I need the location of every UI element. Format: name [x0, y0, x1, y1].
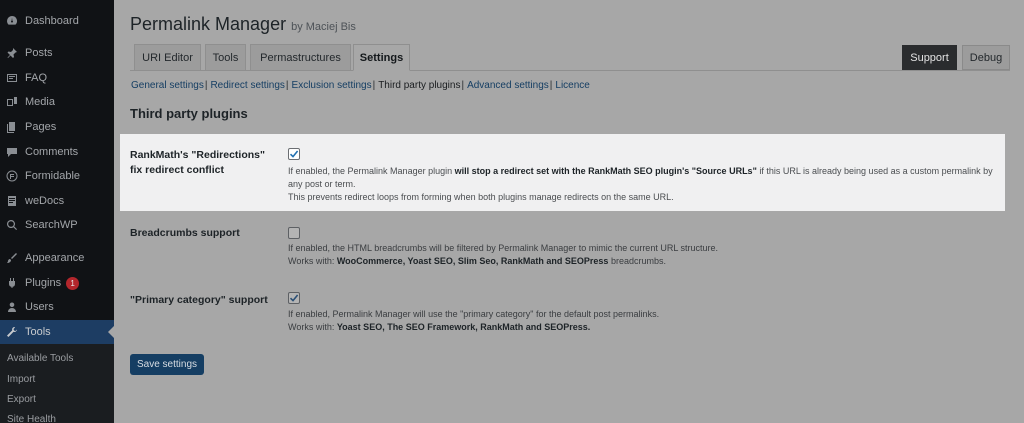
desc-text: If enabled, the Permalink Manager plugin: [288, 166, 455, 176]
menu-posts[interactable]: Posts: [0, 41, 114, 65]
menu-appearance[interactable]: Appearance: [0, 246, 114, 270]
primary-category-checkbox[interactable]: [288, 292, 300, 304]
media-icon: [6, 96, 18, 108]
active-arrow: [108, 326, 114, 338]
menu-wedocs[interactable]: weDocs: [0, 189, 114, 213]
menu-label: Formidable: [25, 170, 81, 182]
label-line: fix redirect conflict: [130, 164, 224, 176]
update-count-badge: 1: [66, 276, 80, 290]
menu-label: Media: [25, 96, 55, 108]
desc-text: breadcrumbs.: [608, 256, 666, 266]
desc-emphasis: Yoast SEO, The SEO Framework, RankMath a…: [336, 322, 591, 332]
menu-tools[interactable]: Tools: [0, 320, 114, 344]
subnav-separator: |: [549, 80, 553, 91]
subnav-redirect-settings[interactable]: Redirect settings: [210, 80, 284, 91]
admin-sidebar: Dashboard Posts FAQ Media Pages Comments…: [0, 0, 114, 423]
subnav-licence[interactable]: Licence: [555, 80, 589, 91]
tab-divider: [130, 70, 1010, 71]
menu-label: Dashboard: [25, 15, 79, 27]
primary-category-setting-label: "Primary category" support: [130, 294, 268, 306]
dashboard-icon: [6, 15, 18, 27]
rankmath-redirect-checkbox[interactable]: [288, 148, 300, 160]
docs-icon: [6, 195, 18, 207]
submenu-import[interactable]: Import: [7, 374, 35, 385]
menu-label: Posts: [25, 47, 53, 59]
menu-users[interactable]: Users: [0, 295, 114, 319]
rankmath-setting-label: RankMath's "Redirections" fix redirect c…: [130, 148, 265, 178]
desc-line: If enabled, the HTML breadcrumbs will be…: [288, 243, 719, 253]
formidable-icon: [6, 170, 18, 182]
search-icon: [6, 219, 18, 231]
desc-line: any post or term.: [288, 179, 356, 189]
menu-label: Plugins: [25, 277, 62, 289]
desc-emphasis: WooCommerce, Yoast SEO, Slim Seo, RankMa…: [336, 256, 609, 266]
pin-icon: [6, 47, 18, 59]
debug-button[interactable]: Debug: [962, 45, 1010, 70]
tab-tools[interactable]: Tools: [205, 44, 246, 71]
subnav-separator: |: [285, 80, 289, 91]
menu-label: FAQ: [25, 72, 48, 84]
subnav-third-party-plugins[interactable]: Third party plugins: [378, 80, 460, 91]
subnav-advanced-settings[interactable]: Advanced settings: [467, 80, 549, 91]
plugin-byline: by Maciej Bis: [291, 21, 356, 33]
users-icon: [6, 301, 18, 313]
menu-label: SearchWP: [25, 219, 78, 231]
submenu-site-health[interactable]: Site Health: [7, 414, 56, 423]
breadcrumbs-checkbox[interactable]: [288, 227, 300, 239]
menu-pages[interactable]: Pages: [0, 115, 114, 139]
menu-formidable[interactable]: Formidable: [0, 164, 114, 188]
tab-permastructures[interactable]: Permastructures: [250, 44, 351, 71]
page-title: Permalink Manager by Maciej Bis: [130, 14, 356, 35]
wrench-icon: [6, 326, 18, 338]
submenu-available-tools[interactable]: Available Tools: [7, 353, 73, 364]
submenu-export[interactable]: Export: [7, 394, 36, 405]
menu-label: Appearance: [25, 252, 85, 264]
desc-emphasis: will stop a redirect set with the RankMa…: [454, 166, 757, 176]
tools-submenu: Available Tools Import Export Site Healt…: [0, 344, 114, 423]
menu-comments[interactable]: Comments: [0, 140, 114, 164]
menu-label: Tools: [25, 326, 51, 338]
menu-label: Pages: [25, 121, 57, 133]
menu-label: Users: [25, 301, 54, 313]
section-title: Third party plugins: [130, 106, 248, 121]
breadcrumbs-setting-label: Breadcrumbs support: [130, 227, 240, 239]
subnav-separator: |: [204, 80, 208, 91]
menu-label: weDocs: [25, 195, 65, 207]
desc-text: Works with:: [288, 256, 337, 266]
support-button[interactable]: Support: [902, 45, 957, 70]
breadcrumbs-description: If enabled, the HTML breadcrumbs will be…: [288, 242, 1003, 268]
menu-plugins[interactable]: Plugins 1: [0, 271, 114, 295]
menu-faq[interactable]: FAQ: [0, 66, 114, 90]
subnav-general-settings[interactable]: General settings: [131, 80, 204, 91]
checkmark-icon: [289, 294, 299, 302]
menu-dashboard[interactable]: Dashboard: [0, 9, 114, 33]
comment-icon: [6, 146, 18, 158]
menu-media[interactable]: Media: [0, 90, 114, 114]
tab-settings[interactable]: Settings: [353, 44, 410, 71]
desc-text: Works with:: [288, 322, 337, 332]
pages-icon: [6, 121, 18, 133]
settings-subnav: General settings| Redirect settings| Exclu…: [131, 80, 590, 91]
plugin-icon: [6, 277, 18, 289]
desc-text: if this URL is already being used as a c…: [756, 166, 993, 176]
brush-icon: [6, 252, 18, 264]
subnav-exclusion-settings[interactable]: Exclusion settings: [292, 80, 372, 91]
plugin-name: Permalink Manager: [130, 14, 287, 34]
checkmark-icon: [289, 150, 299, 158]
primary-category-description: If enabled, Permalink Manager will use t…: [288, 308, 1003, 334]
subnav-separator: |: [461, 80, 465, 91]
subnav-separator: |: [372, 80, 376, 91]
desc-line: This prevents redirect loops from formin…: [288, 192, 674, 202]
menu-searchwp[interactable]: SearchWP: [0, 213, 114, 237]
faq-icon: [6, 72, 18, 84]
tab-uri-editor[interactable]: URI Editor: [134, 44, 201, 71]
rankmath-description: If enabled, the Permalink Manager plugin…: [288, 165, 1003, 204]
save-settings-button[interactable]: Save settings: [130, 354, 204, 375]
desc-line: If enabled, Permalink Manager will use t…: [288, 309, 660, 319]
menu-label: Comments: [25, 146, 79, 158]
label-line: RankMath's "Redirections": [130, 149, 265, 161]
